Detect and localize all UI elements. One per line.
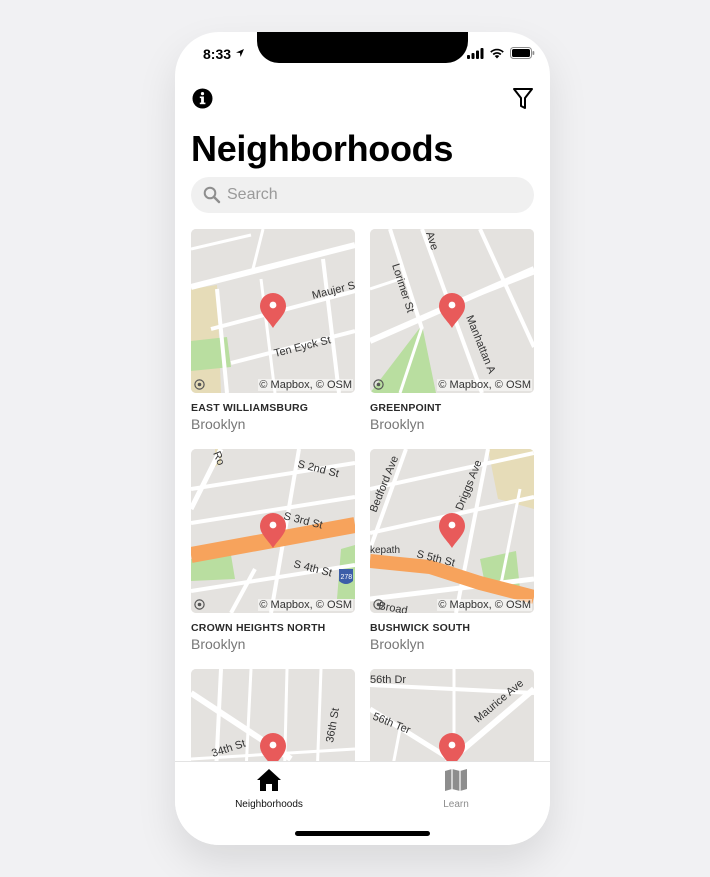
signal-icon [467,47,484,59]
map-thumbnail: 34th St 36th St [191,669,355,762]
map-pin-icon [439,733,465,762]
neighborhood-card[interactable]: 56th Dr 56th Ter Maurice Ave [370,669,534,762]
phone-frame: 8:33 Neighborhoods Search Maujer S Ten E… [175,32,550,845]
search-bar[interactable] [191,177,534,213]
map-pin-icon [260,513,286,548]
neighborhood-name: GREENPOINT [370,402,442,414]
map-attribution: © Mapbox, © OSM [258,599,353,611]
street-label: 56th Dr [370,674,406,686]
info-icon[interactable] [192,88,213,109]
tab-label: Neighborhoods [235,799,303,810]
neighborhood-card[interactable]: Maujer S Ten Eyck St © Mapbox, © OSM EAS… [191,229,355,449]
map-thumbnail: S 2nd St S 3rd St S 4th St Ro 278 © Mapb… [191,449,355,613]
notch [257,32,468,63]
neighborhood-grid: Maujer S Ten Eyck St © Mapbox, © OSM EAS… [191,229,534,762]
page-title: Neighborhoods [191,128,454,169]
neighborhood-name: EAST WILLIAMSBURG [191,402,309,414]
battery-icon [510,47,535,59]
neighborhood-card[interactable]: S 2nd St S 3rd St S 4th St Ro 278 © Mapb… [191,449,355,669]
neighborhood-name: CROWN HEIGHTS NORTH [191,622,326,634]
search-input[interactable] [227,186,507,204]
tab-neighborhoods[interactable]: Neighborhoods [209,768,329,810]
book-map-icon [445,769,467,791]
home-indicator[interactable] [295,831,430,836]
neighborhood-name: BUSHWICK SOUTH [370,622,471,634]
street-label: kepath [370,545,400,556]
neighborhood-card[interactable]: Lorimer St Ave Manhattan A © Mapbox, © O… [370,229,534,449]
map-thumbnail: Bedford Ave Driggs Ave S 5th St kepath B… [370,449,534,613]
tab-learn[interactable]: Learn [396,768,516,810]
status-icons [467,47,535,59]
home-icon [257,769,281,791]
map-pin-icon [439,293,465,328]
map-attribution: © Mapbox, © OSM [437,379,532,391]
neighborhood-borough: Brooklyn [370,416,425,432]
map-thumbnail: Lorimer St Ave Manhattan A © Mapbox, © O… [370,229,534,393]
mapbox-logo-icon [373,599,384,610]
neighborhood-borough: Brooklyn [370,636,425,652]
map-pin-icon [439,513,465,548]
map-pin-icon [260,733,286,762]
neighborhood-card[interactable]: 34th St 36th St [191,669,355,762]
map-thumbnail: Maujer S Ten Eyck St © Mapbox, © OSM [191,229,355,393]
mapbox-logo-icon [194,379,205,390]
tab-label: Learn [443,799,469,810]
mapbox-logo-icon [194,599,205,610]
status-time: 8:33 [203,46,232,62]
highway-shield: 278 [341,574,353,581]
neighborhood-borough: Brooklyn [191,636,246,652]
mapbox-logo-icon [373,379,384,390]
map-pin-icon [260,293,286,328]
map-thumbnail: 56th Dr 56th Ter Maurice Ave [370,669,534,762]
map-attribution: © Mapbox, © OSM [258,379,353,391]
wifi-icon [490,48,504,59]
map-attribution: © Mapbox, © OSM [437,599,532,611]
neighborhood-borough: Brooklyn [191,416,246,432]
neighborhood-card[interactable]: Bedford Ave Driggs Ave S 5th St kepath B… [370,449,534,669]
filter-icon[interactable] [512,87,534,111]
location-arrow-icon [236,49,244,57]
search-icon [203,186,221,204]
